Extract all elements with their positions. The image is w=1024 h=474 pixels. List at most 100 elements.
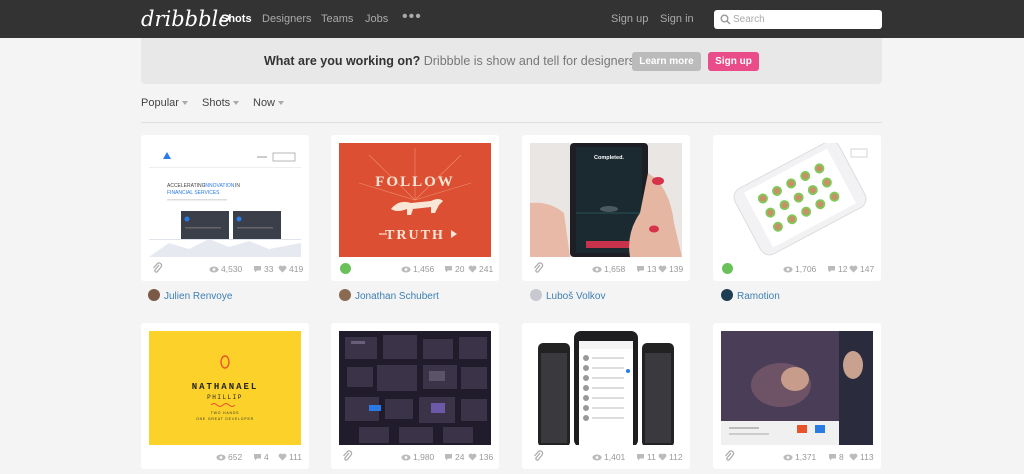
likes-count[interactable]: 136 <box>468 452 493 462</box>
shot-thumbnail[interactable]: Completed. <box>530 143 682 257</box>
heart-icon <box>658 265 667 273</box>
comment-icon <box>637 266 644 273</box>
shot-thumbnail[interactable]: NATHANAEL PHILLIP TWO HANDS ONE GREAT DE… <box>149 331 301 445</box>
views-value: 1,980 <box>413 452 435 462</box>
search-input[interactable] <box>733 12 878 27</box>
shot-thumbnail[interactable] <box>530 331 682 445</box>
shot-card[interactable]: FOLLOW TRUTH 1,456 20 241 <box>331 135 499 281</box>
attachment-icon <box>725 450 735 461</box>
shot-author[interactable]: Ramotion <box>721 289 780 305</box>
learn-more-button[interactable]: Learn more <box>632 52 701 71</box>
shot-card[interactable]: 1,401 11 112 <box>522 323 690 469</box>
eye-icon <box>592 266 602 273</box>
filter-divider <box>141 122 882 123</box>
views-value: 1,456 <box>413 264 435 274</box>
nav-shots[interactable]: Shots <box>221 13 252 25</box>
likes-count[interactable]: 113 <box>849 452 874 462</box>
likes-count[interactable]: 112 <box>658 452 683 462</box>
filter-shots-label: Shots <box>202 97 231 109</box>
views-value: 652 <box>228 452 243 462</box>
shot-card[interactable]: NATHANAEL PHILLIP TWO HANDS ONE GREAT DE… <box>141 323 309 469</box>
attachment-icon <box>153 262 163 273</box>
author-name: Julien Renvoye <box>164 291 233 302</box>
dribbble-logo[interactable]: dribbble <box>141 7 231 31</box>
likes-count[interactable]: 241 <box>468 264 493 274</box>
comments-value: 4 <box>264 452 269 462</box>
shot-author[interactable]: Luboš Volkov <box>530 289 606 305</box>
chevron-down-icon <box>181 101 188 106</box>
comment-icon <box>445 266 452 273</box>
likes-value: 136 <box>479 452 494 462</box>
filter-now[interactable]: Now <box>253 97 285 109</box>
shot-3-text: Completed. <box>594 155 624 161</box>
filter-popular[interactable]: Popular <box>141 97 188 109</box>
comments-value: 24 <box>455 452 465 462</box>
shot-3-artwork: Completed. <box>530 143 682 257</box>
shot-card[interactable]: Completed. 1,658 13 139 <box>522 135 690 281</box>
views-value: 1,401 <box>604 452 626 462</box>
shot-5-small-2: ONE GREAT DEVELOPER <box>196 417 254 421</box>
views-count: 1,371 <box>783 452 816 462</box>
likes-count[interactable]: 111 <box>278 452 302 462</box>
views-count: 1,456 <box>401 264 434 274</box>
likes-value: 419 <box>289 264 304 274</box>
banner-description: Dribbble is show and tell for designers. <box>420 54 639 68</box>
views-count: 1,706 <box>783 264 816 274</box>
banner-sign-up-button[interactable]: Sign up <box>708 52 759 71</box>
shot-thumbnail[interactable] <box>721 331 873 445</box>
comments-count: 12 <box>827 264 847 274</box>
search-icon <box>720 14 731 25</box>
likes-value: 147 <box>860 264 875 274</box>
shot-thumbnail[interactable] <box>339 331 491 445</box>
comments-count: 4 <box>253 452 269 462</box>
shot-7-artwork <box>538 331 674 445</box>
shot-thumbnail[interactable]: ACCELERATING INNOVATION IN FINANCIAL SER… <box>149 143 301 257</box>
shot-thumbnail[interactable]: FOLLOW TRUTH <box>339 143 491 257</box>
rebound-icon <box>340 263 351 274</box>
heart-icon <box>849 265 858 273</box>
shot-stats: 1,706 12 147 <box>721 262 874 276</box>
shot-1-heading-a: ACCELERATING <box>167 183 206 189</box>
search-box[interactable] <box>714 10 882 29</box>
likes-count[interactable]: 147 <box>849 264 874 274</box>
attachment-icon <box>534 262 544 273</box>
heart-icon <box>849 453 858 461</box>
comment-icon <box>254 266 261 273</box>
filter-shots[interactable]: Shots <box>202 97 240 109</box>
shot-thumbnail[interactable] <box>721 143 873 257</box>
shot-stats: 1,456 20 241 <box>339 262 493 276</box>
avatar <box>721 289 733 301</box>
sign-up-link[interactable]: Sign up <box>611 13 648 25</box>
attachment-icon <box>343 450 353 461</box>
sign-in-link[interactable]: Sign in <box>660 13 694 25</box>
heart-icon <box>468 265 477 273</box>
avatar <box>148 289 160 301</box>
more-menu-icon[interactable]: ••• <box>402 8 422 26</box>
views-value: 1,706 <box>795 264 817 274</box>
nav-teams[interactable]: Teams <box>321 13 353 25</box>
comments-value: 20 <box>455 264 465 274</box>
shot-stats: 1,401 11 112 <box>530 450 683 464</box>
shot-author[interactable]: Jonathan Schubert <box>339 289 439 305</box>
filter-now-label: Now <box>253 97 276 109</box>
views-count: 1,980 <box>401 452 434 462</box>
shot-1-artwork: ACCELERATING INNOVATION IN FINANCIAL SER… <box>149 152 301 257</box>
comments-value: 11 <box>647 452 656 462</box>
nav-designers[interactable]: Designers <box>262 13 312 25</box>
shot-card[interactable]: 1,706 12 147 <box>713 135 881 281</box>
likes-count[interactable]: 419 <box>278 264 303 274</box>
heart-icon <box>658 453 667 461</box>
likes-count[interactable]: 139 <box>658 264 683 274</box>
shot-author[interactable]: Julien Renvoye <box>148 289 232 305</box>
nav-jobs[interactable]: Jobs <box>365 13 388 25</box>
shot-6-artwork <box>339 331 491 445</box>
shot-5-name: NATHANAEL <box>192 382 259 392</box>
shot-card[interactable]: 1,980 24 136 <box>331 323 499 469</box>
eye-icon <box>592 454 602 461</box>
shot-card[interactable]: ACCELERATING INNOVATION IN FINANCIAL SER… <box>141 135 309 281</box>
comments-count: 33 <box>253 264 273 274</box>
shot-card[interactable]: 1,371 8 113 <box>713 323 881 469</box>
shot-1-heading-c: IN <box>235 183 240 189</box>
views-value: 1,371 <box>795 452 817 462</box>
eye-icon <box>209 266 219 273</box>
